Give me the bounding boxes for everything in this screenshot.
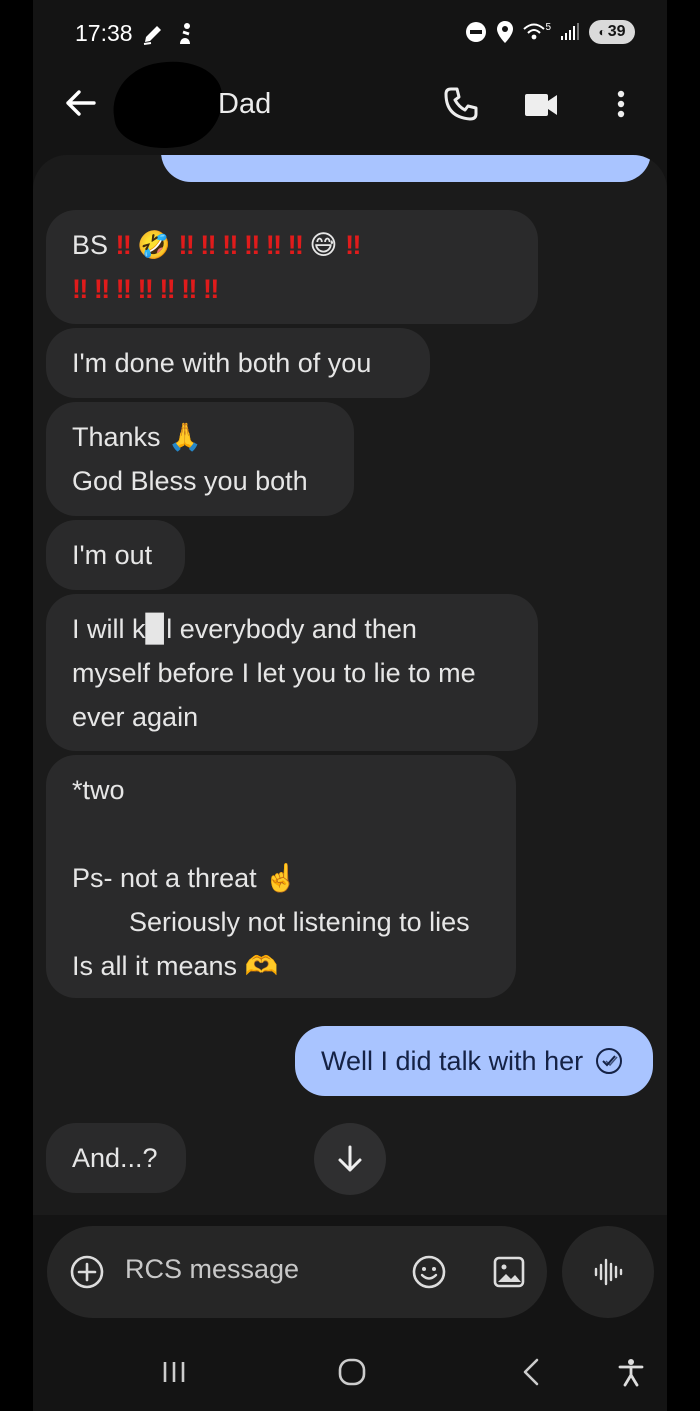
- message-text-line: Seriously not listening to lies: [129, 907, 470, 937]
- more-vert-icon[interactable]: [603, 86, 639, 122]
- message-text-line: God Bless you both: [72, 466, 308, 496]
- message-text-line: *two: [72, 775, 125, 805]
- recent-apps-button[interactable]: [151, 1349, 197, 1395]
- message-list[interactable]: BS ‼ 🤣 ‼ ‼ ‼ ‼ ‼ ‼ 😅 ‼ ‼ ‼ ‼ ‼ ‼ ‼ ‼ I'm…: [33, 155, 667, 1215]
- wifi-icon: 5: [523, 22, 551, 42]
- status-right-icons: 5 ◐ 39: [465, 20, 635, 44]
- message-text-line: ever again: [72, 702, 199, 732]
- video-camera-icon[interactable]: [523, 86, 559, 122]
- contact-name[interactable]: Dad: [218, 88, 271, 121]
- message-bubble-outgoing[interactable]: Well I did talk with her: [295, 1026, 653, 1096]
- figure-notification-icon: [180, 23, 190, 44]
- message-text-line: And...?: [72, 1143, 158, 1173]
- location-icon: [497, 21, 514, 43]
- phone-screen: 17:38 5 ◐ 39 Dad BS ‼ 🤣 ‼ ‼ ‼ ‼ ‼ ‼ 😅 ‼ …: [33, 0, 667, 1411]
- message-text-line: I'm out: [72, 540, 153, 570]
- battery-leaf-icon: ◐: [598, 25, 606, 39]
- image-icon[interactable]: [491, 1254, 527, 1290]
- scroll-to-bottom-button[interactable]: [314, 1123, 386, 1195]
- home-button[interactable]: [329, 1349, 375, 1395]
- arrow-down-icon: [338, 1145, 362, 1172]
- message-bubble-incoming[interactable]: I will k▉l everybody and then myself bef…: [46, 594, 538, 751]
- message-bubble-incoming[interactable]: *two Ps- not a threat ☝️ Seriously not l…: [46, 755, 516, 998]
- message-text-line: Ps- not a threat ☝️: [72, 863, 298, 893]
- do-not-disturb-icon: [466, 22, 487, 42]
- message-text-line: BS ‼ 🤣 ‼ ‼ ‼ ‼ ‼ ‼ 😅 ‼: [72, 230, 361, 260]
- message-text-line: [72, 812, 490, 856]
- message-bubble-incoming[interactable]: I'm done with both of you: [46, 328, 430, 398]
- message-text-line: myself before I let you to lie to me: [72, 658, 476, 688]
- compose-bar: [47, 1226, 547, 1318]
- read-receipt-icon: [596, 1048, 623, 1074]
- signal-icon: [561, 23, 579, 40]
- accessibility-button[interactable]: [608, 1349, 654, 1395]
- battery-level: 39: [607, 23, 626, 40]
- nav-back-icon: [523, 1358, 539, 1386]
- message-input[interactable]: [125, 1254, 365, 1285]
- phone-icon[interactable]: [443, 86, 479, 122]
- recent-apps-icon: [163, 1362, 185, 1382]
- message-text-line: Well I did talk with her: [321, 1046, 584, 1076]
- message-text-line: I'm done with both of you: [72, 348, 372, 378]
- back-button[interactable]: [509, 1349, 555, 1395]
- accessibility-icon: [618, 1359, 644, 1387]
- status-left-icons: [141, 22, 195, 46]
- back-arrow-icon[interactable]: [61, 84, 99, 122]
- voice-waveform-icon: [594, 1258, 623, 1286]
- message-text-line: I will k▉l everybody and then: [72, 614, 417, 644]
- message-text-line: ‼ ‼ ‼ ‼ ‼ ‼ ‼: [72, 274, 219, 304]
- pen-notification-icon: [143, 26, 161, 45]
- add-circle-icon[interactable]: [69, 1254, 105, 1290]
- voice-message-button[interactable]: [562, 1226, 654, 1318]
- contact-avatar-redacted[interactable]: [107, 54, 229, 156]
- message-bubble-incoming[interactable]: And...?: [46, 1123, 186, 1193]
- conversation-header: Dad: [33, 54, 667, 156]
- message-bubble-incoming[interactable]: BS ‼ 🤣 ‼ ‼ ‼ ‼ ‼ ‼ 😅 ‼ ‼ ‼ ‼ ‼ ‼ ‼ ‼: [46, 210, 538, 324]
- message-bubble-outgoing-partial[interactable]: [161, 155, 651, 182]
- message-text-line: Thanks 🙏: [72, 422, 202, 452]
- system-nav-bar: [33, 1331, 667, 1411]
- status-time: 17:38: [75, 20, 133, 46]
- network-type-label: 5: [545, 22, 551, 33]
- message-text-line: Is all it means 🫶: [72, 951, 279, 981]
- battery-indicator: ◐ 39: [589, 20, 635, 44]
- emoji-icon[interactable]: [411, 1254, 447, 1290]
- message-bubble-incoming[interactable]: Thanks 🙏 God Bless you both: [46, 402, 354, 516]
- home-icon: [338, 1358, 366, 1386]
- message-bubble-incoming[interactable]: I'm out: [46, 520, 185, 590]
